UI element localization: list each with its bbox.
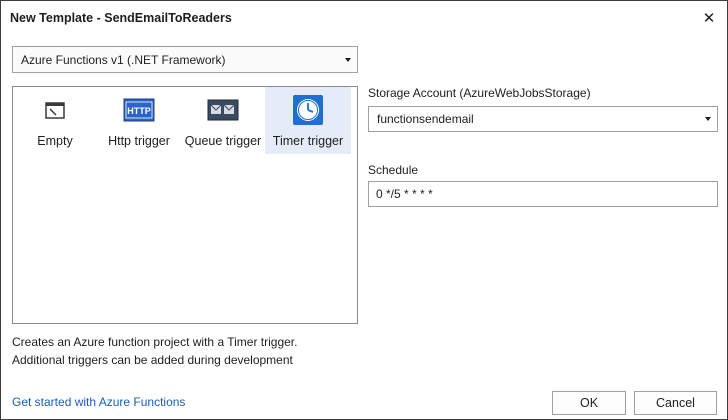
storage-account-select[interactable]: functionsendemail [368,106,718,132]
cancel-button[interactable]: Cancel [634,391,717,415]
template-label: Http trigger [108,134,170,148]
description-line: Creates an Azure function project with a… [12,335,298,349]
schedule-label: Schedule [368,163,419,177]
schedule-input[interactable] [368,181,718,207]
description-line: Additional triggers can be added during … [12,353,293,367]
http-icon: HTTP [123,98,155,122]
queue-icon [207,99,239,121]
template-label: Timer trigger [272,134,344,148]
chevron-down-icon [345,58,351,62]
template-timer-trigger[interactable]: Timer trigger [265,87,351,154]
template-empty[interactable]: Empty [13,87,97,154]
template-http-trigger[interactable]: HTTP Http trigger [97,87,181,154]
storage-account-label: Storage Account (AzureWebJobsStorage) [368,86,591,100]
template-list: Empty HTTP Http trigger Queue trigger Ti… [12,86,358,324]
close-icon[interactable]: ✕ [696,6,722,30]
svg-text:HTTP: HTTP [127,106,151,116]
timer-clock-icon [293,95,323,125]
template-label: Empty [37,134,73,148]
framework-select[interactable]: Azure Functions v1 (.NET Framework) [12,46,358,73]
get-started-link[interactable]: Get started with Azure Functions [12,395,185,409]
template-description: Creates an Azure function project with a… [12,333,362,369]
ok-button[interactable]: OK [552,391,626,415]
empty-window-icon [45,102,65,119]
dialog-title: New Template - SendEmailToReaders [10,11,232,25]
template-label: Queue trigger [184,134,262,148]
chevron-down-icon [705,117,711,121]
framework-select-value: Azure Functions v1 (.NET Framework) [21,52,226,67]
template-queue-trigger[interactable]: Queue trigger [181,87,265,154]
title-bar: New Template - SendEmailToReaders ✕ [2,2,726,34]
storage-account-value: functionsendemail [377,112,474,126]
new-template-dialog: New Template - SendEmailToReaders ✕ Azur… [0,0,728,420]
